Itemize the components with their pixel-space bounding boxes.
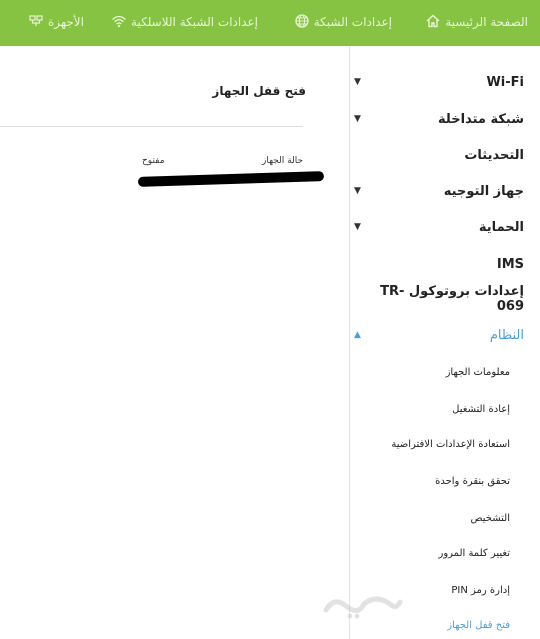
sidebar-item-wifi[interactable]: Wi-Fi ▼ [354, 67, 524, 97]
watermark-logo [320, 588, 404, 622]
submenu-item-factory-reset[interactable]: استعادة الإعدادات الافتراضية [391, 433, 510, 455]
nav-devices[interactable]: الأجهزة [28, 11, 84, 33]
nav-wireless-settings-label: إعدادات الشبكة اللاسلكية [131, 15, 258, 29]
submenu-item-label: التشخيص [470, 512, 511, 524]
globe-icon [294, 13, 310, 32]
sidebar-item-label: التحديثات [464, 147, 524, 163]
nav-home-label: الصفحة الرئيسية [445, 15, 528, 29]
nav-devices-label: الأجهزة [47, 15, 84, 29]
page-title: فتح قفل الجهاز [212, 84, 306, 98]
submenu-item-label: إعادة التشغيل [452, 403, 510, 415]
sidebar-item-system[interactable]: النظام ▲ [354, 320, 524, 350]
sidebar-item-security[interactable]: الحماية ▼ [354, 212, 524, 242]
caret-up-icon: ▲ [354, 330, 361, 340]
submenu-item-label: معلومات الجهاز [445, 366, 510, 378]
sidebar-item-label: الحماية [478, 219, 524, 235]
nav-wireless-settings[interactable]: إعدادات الشبكة اللاسلكية [111, 11, 258, 33]
sidebar-item-router[interactable]: جهاز التوجيه ▼ [354, 176, 524, 206]
divider [0, 126, 303, 127]
sidebar-item-label: النظام [489, 327, 524, 343]
submenu-item-reboot[interactable]: إعادة التشغيل [452, 398, 510, 420]
caret-down-icon: ▼ [354, 186, 361, 196]
sidebar-item-mesh-network[interactable]: شبكة متداخلة ▼ [354, 104, 524, 134]
nav-network-settings[interactable]: إعدادات الشبكة [294, 11, 392, 33]
caret-down-icon: ▼ [354, 77, 361, 87]
submenu-item-pin-management[interactable]: إدارة رمز PIN [451, 579, 510, 601]
submenu-item-label: تغيير كلمة المرور [438, 547, 510, 559]
nav-network-settings-label: إعدادات الشبكة [313, 15, 392, 29]
submenu-item-label: إدارة رمز PIN [451, 584, 510, 596]
submenu-item-change-password[interactable]: تغيير كلمة المرور [438, 542, 510, 564]
submenu-item-one-click-check[interactable]: تحقق بنقرة واحدة [435, 470, 510, 492]
submenu-item-device-unlock[interactable]: فتح قفل الجهاز [447, 614, 510, 636]
caret-down-icon: ▼ [354, 114, 361, 124]
sidebar-item-ims[interactable]: IMS [354, 249, 524, 279]
sidebar-item-label: إعدادات بروتوكول TR-069 [380, 284, 524, 314]
top-navigation-bar: الصفحة الرئيسية إعدادات الشبكة إعدادات ا… [0, 0, 540, 46]
submenu-item-label: فتح قفل الجهاز [447, 619, 510, 631]
sidebar-item-updates[interactable]: التحديثات [354, 140, 524, 170]
submenu-item-label: استعادة الإعدادات الافتراضية [391, 438, 510, 450]
devices-icon [28, 13, 44, 32]
home-icon [425, 13, 441, 32]
submenu-item-device-info[interactable]: معلومات الجهاز [446, 361, 510, 383]
sidebar-item-label: شبكة متداخلة [438, 111, 524, 127]
device-status-label: حالة الجهاز [262, 156, 304, 166]
caret-down-icon: ▼ [354, 222, 361, 232]
sidebar-item-tr069[interactable]: إعدادات بروتوكول TR-069 [354, 284, 524, 314]
sidebar-item-label: IMS [496, 256, 524, 272]
submenu-item-label: تحقق بنقرة واحدة [435, 475, 510, 487]
wifi-icon [111, 13, 127, 32]
device-status-value: مفتوح [142, 156, 165, 166]
sidebar: Wi-Fi ▼ شبكة متداخلة ▼ التحديثات جهاز ال… [349, 46, 540, 639]
redaction-mark [137, 171, 325, 187]
sidebar-item-label: جهاز التوجيه [443, 183, 524, 199]
submenu-item-diagnostics[interactable]: التشخيص [471, 507, 511, 529]
nav-home[interactable]: الصفحة الرئيسية [425, 11, 528, 33]
sidebar-item-label: Wi-Fi [486, 74, 524, 90]
